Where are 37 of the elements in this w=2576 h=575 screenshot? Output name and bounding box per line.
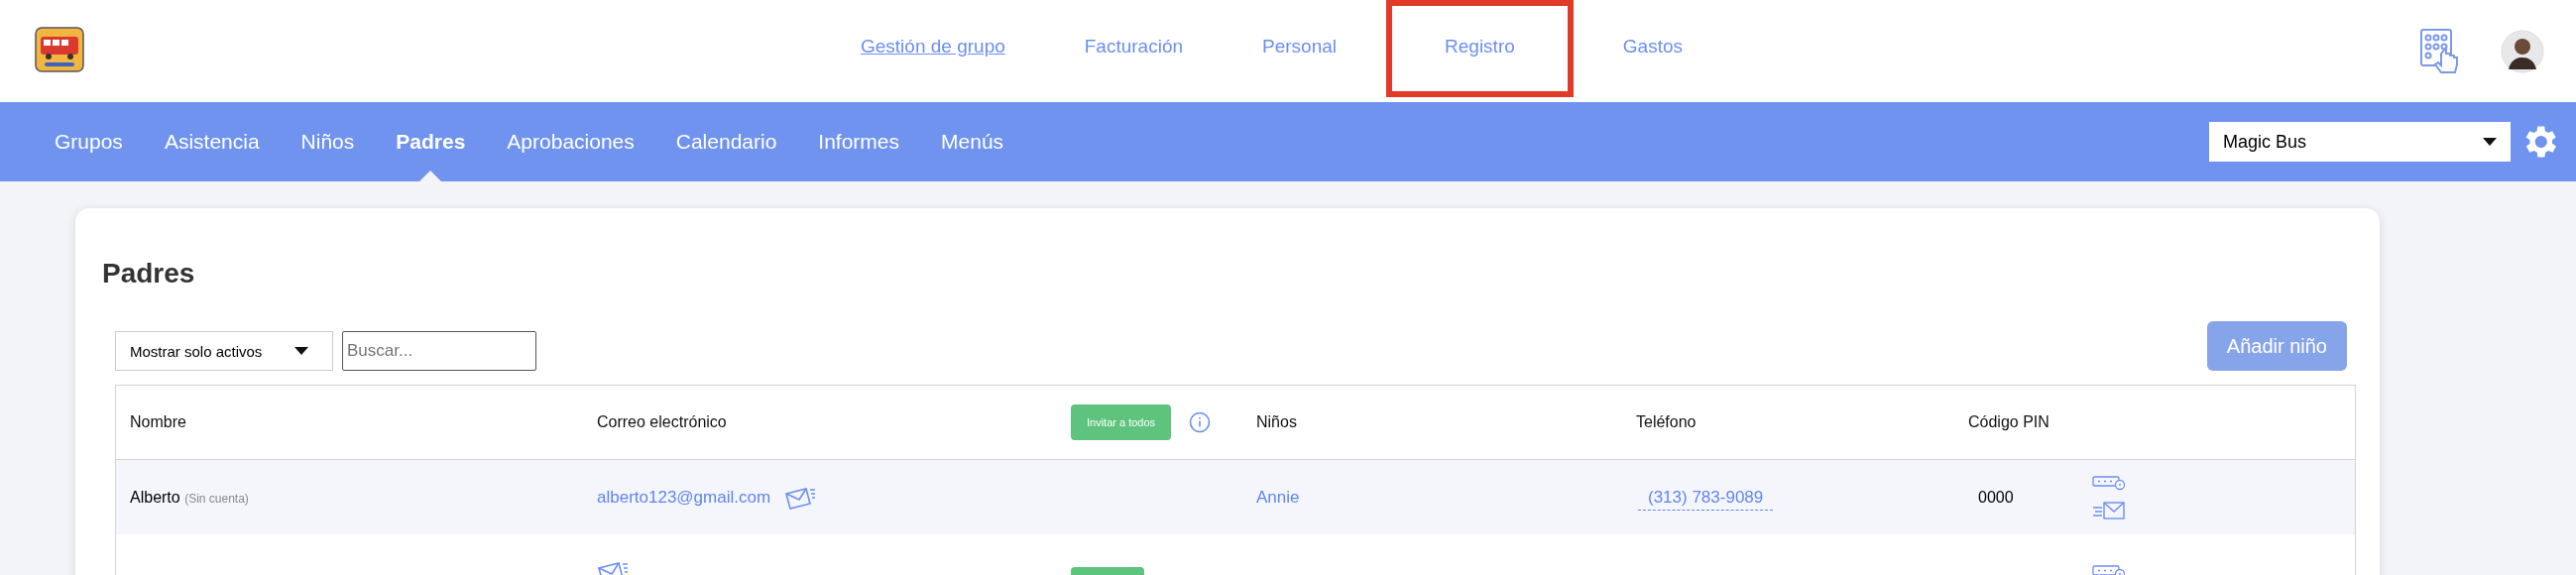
bus-logo[interactable] [35, 26, 84, 72]
password-icon[interactable] [2092, 474, 2126, 491]
menu-tab[interactable]: Niños [280, 102, 376, 181]
phone-link[interactable]: (313) 783-9089 [1638, 487, 1774, 511]
center-select[interactable]: Magic Bus [2209, 122, 2511, 162]
search-field[interactable]: Buscar... [342, 331, 536, 371]
password-icon[interactable] [2092, 563, 2126, 575]
mail-icon[interactable] [784, 485, 817, 510]
email-link[interactable]: alberto123@gmail.com [597, 487, 771, 508]
child-link[interactable]: Annie [1256, 487, 1300, 507]
pin-code: 0000 [1978, 488, 2014, 506]
nav-link[interactable]: Facturación [1044, 0, 1224, 97]
menu-tab[interactable]: Menús [920, 102, 1025, 181]
keypad-touch-icon[interactable] [2419, 27, 2461, 75]
menu-tab[interactable]: Padres [375, 102, 487, 181]
nav-link[interactable]: Personal [1223, 0, 1377, 97]
invite-all-button[interactable]: Invitar a todos [1071, 404, 1172, 440]
menu-tab[interactable]: Aprobaciones [486, 102, 655, 181]
menu-tab[interactable]: Informes [797, 102, 921, 181]
menu-tab[interactable]: Calendario [654, 102, 798, 181]
page-title: Padres [102, 258, 196, 289]
status-filter[interactable]: Mostrar solo activos [115, 331, 333, 371]
menu-tab[interactable]: Asistencia [143, 102, 281, 181]
menu-tab[interactable]: Grupos [35, 102, 144, 181]
send-mail-icon[interactable] [2092, 500, 2126, 520]
nav-link[interactable]: Gestión de grupo [821, 0, 1045, 97]
nav-link[interactable]: Gastos [1582, 0, 1722, 97]
column-header: Código PIN [1968, 413, 2050, 431]
add-child-button[interactable]: Añadir niño [2206, 321, 2347, 371]
column-header: Teléfono [1636, 413, 1698, 431]
parent-name: Alberto (Sin cuenta) [130, 488, 249, 506]
column-header: Niños [1255, 413, 1298, 431]
column-header: Correo electrónico [597, 413, 728, 431]
info-icon[interactable] [1189, 411, 1212, 433]
nav-link[interactable]: Registro [1386, 0, 1574, 97]
column-header: Nombre [129, 413, 187, 431]
avatar[interactable] [2501, 29, 2544, 73]
